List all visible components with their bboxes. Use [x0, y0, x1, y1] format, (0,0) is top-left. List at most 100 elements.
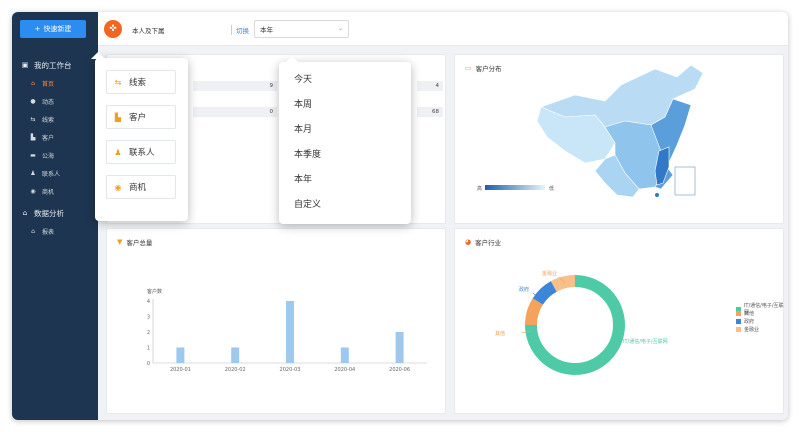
- legend-label: 其他: [744, 311, 755, 317]
- coin-icon: ◉: [30, 187, 36, 195]
- y-tick-label: 3: [147, 315, 150, 321]
- chevron-down-icon: ⌄: [337, 25, 343, 32]
- sidebar-item[interactable]: ▙ 客户: [12, 128, 98, 146]
- sidebar-item-label: 数据分析: [34, 208, 64, 218]
- quick-add-label: 客户: [129, 113, 147, 123]
- map-legend-gradient: [485, 185, 545, 190]
- sidebar-item-label: 动态: [42, 98, 55, 106]
- china-map[interactable]: 高 低: [455, 55, 785, 225]
- sidebar-item[interactable]: ♟ 联系人: [12, 164, 98, 182]
- callout-label: 政府: [519, 286, 529, 293]
- donut-slice: [532, 281, 557, 305]
- logo-icon: ✜: [104, 20, 122, 38]
- legend-item[interactable]: 金融业: [736, 326, 759, 333]
- legend-swatch: [736, 319, 741, 324]
- sidebar-item[interactable]: ⇆ 线索: [12, 110, 98, 128]
- stat-row: 9: [193, 81, 277, 91]
- sidebar-item[interactable]: ⌂ 数据分析: [12, 204, 98, 222]
- sidebar-item-label: 商机: [42, 188, 55, 196]
- quick-add-item[interactable]: ♟ 联系人: [106, 140, 176, 164]
- building-icon: ▙: [114, 112, 122, 122]
- callout-label: 其他: [495, 330, 505, 337]
- quick-add-label: 线索: [129, 78, 147, 88]
- legend-label: 政府: [744, 319, 755, 325]
- sidebar-item-label: 报表: [42, 228, 55, 236]
- map-legend-low: 低: [549, 185, 554, 192]
- sidebar: + 快速新建 ▣ 我的工作台 ⌂ 首页 ● 动态 ⇆ 线索 ▙ 客户 ▬ 公海 ♟ 联系人 ◉ 商机 ⌂ 数据分析…: [12, 12, 98, 420]
- stat-row: 68: [417, 107, 443, 117]
- sidebar-item[interactable]: ◉ 商机: [12, 182, 98, 200]
- map-legend-high: 高: [477, 185, 482, 192]
- home-icon: ⌂: [31, 227, 35, 235]
- period-option[interactable]: 本周: [294, 97, 312, 110]
- callout-label: IT/通信/电子/互联网: [623, 338, 668, 345]
- y-tick-label: 1: [147, 346, 150, 352]
- bar: [231, 347, 240, 363]
- x-tick-label: 2020-01: [170, 367, 191, 373]
- period-option[interactable]: 本季度: [294, 147, 321, 160]
- quick-add-item[interactable]: ◉ 商机: [106, 175, 176, 199]
- coin-icon: ◉: [114, 182, 122, 192]
- industry-panel: ◕ 客户行业 IT/通信/电子/互联网 其他 政府 金融业: [454, 228, 784, 414]
- person-icon: ♟: [114, 147, 122, 157]
- y-tick-label: 4: [147, 299, 150, 305]
- legend-item[interactable]: 政府: [736, 318, 754, 325]
- callout-label: 金融业: [542, 270, 557, 277]
- sidebar-item[interactable]: ● 动态: [12, 92, 98, 110]
- period-select[interactable]: 本年 ⌄: [254, 20, 349, 38]
- quick-add-label: 商机: [129, 183, 147, 193]
- bar: [340, 347, 349, 363]
- sea-icon: ▬: [30, 151, 36, 159]
- legend-label: 金融业: [744, 327, 760, 333]
- legend-swatch: [736, 311, 741, 316]
- total-panel: ▼ 客户总量 客户数 0 1 2 3 4 2020-01 2020-02 2020-03 2020…: [106, 228, 446, 414]
- app-window: + 快速新建 ▣ 我的工作台 ⌂ 首页 ● 动态 ⇆ 线索 ▙ 客户 ▬ 公海 ♟ 联系人 ◉ 商机 ⌂ 数据分析…: [12, 12, 788, 420]
- stat-row: 4: [417, 81, 443, 91]
- quick-add-label: 联系人: [129, 148, 155, 158]
- y-tick-label: 2: [147, 330, 150, 336]
- y-axis-label: 客户数: [147, 288, 162, 295]
- period-option[interactable]: 今天: [294, 72, 312, 85]
- sidebar-item[interactable]: ⌂ 报表: [12, 222, 98, 240]
- sidebar-item[interactable]: ▣ 我的工作台: [12, 56, 98, 74]
- period-option[interactable]: 本年: [294, 172, 312, 185]
- period-option[interactable]: 本月: [294, 122, 312, 135]
- donut-slice: [550, 275, 576, 292]
- x-tick-label: 2020-04: [334, 367, 355, 373]
- sidebar-item-label: 首页: [42, 80, 55, 88]
- period-option[interactable]: 自定义: [294, 197, 321, 210]
- donut-slice: [525, 298, 544, 326]
- x-tick-label: 2020-02: [225, 367, 246, 373]
- scope-label: 本人及下属: [132, 27, 165, 35]
- legend-item[interactable]: 其他: [736, 310, 754, 317]
- plus-icon: +: [34, 25, 41, 33]
- sidebar-item-label: 公海: [42, 152, 55, 160]
- person-icon: ♟: [30, 169, 36, 177]
- quick-add-item[interactable]: ⇆ 线索: [106, 70, 176, 94]
- chat-icon: ●: [30, 97, 36, 105]
- map-islands-inset: [674, 166, 696, 196]
- quick-add-menu: ⇆ 线索 ▙ 客户 ♟ 联系人 ◉ 商机: [91, 52, 188, 221]
- bar: [286, 301, 294, 363]
- sidebar-item-label: 客户: [42, 134, 55, 142]
- stat-row: 0: [193, 107, 277, 117]
- sidebar-item-label: 线索: [42, 116, 55, 124]
- sidebar-item-label: 我的工作台: [34, 60, 72, 70]
- bar: [395, 332, 404, 363]
- building-icon: ▙: [30, 133, 36, 141]
- switch-link[interactable]: 切换: [231, 25, 249, 35]
- quick-add-button[interactable]: + 快速新建: [20, 20, 86, 38]
- link-icon: ⇆: [30, 115, 36, 123]
- desktop-icon: ▣: [21, 61, 29, 69]
- link-icon: ⇆: [114, 77, 122, 87]
- top-bar: ✜ 本人及下属 切换 本年 ⌄: [98, 12, 788, 46]
- period-dropdown: 今天本周本月本季度本年自定义: [279, 56, 411, 224]
- sidebar-item[interactable]: ▬ 公海: [12, 146, 98, 164]
- x-tick-label: 2020-03: [280, 367, 301, 373]
- sidebar-item[interactable]: ⌂ 首页: [12, 74, 98, 92]
- x-tick-label: 2020-06: [389, 367, 410, 373]
- quick-add-item[interactable]: ▙ 客户: [106, 105, 176, 129]
- distribution-panel: ▭ 客户分布 高 低: [454, 54, 784, 224]
- y-tick-label: 0: [147, 361, 150, 367]
- bar: [176, 347, 185, 363]
